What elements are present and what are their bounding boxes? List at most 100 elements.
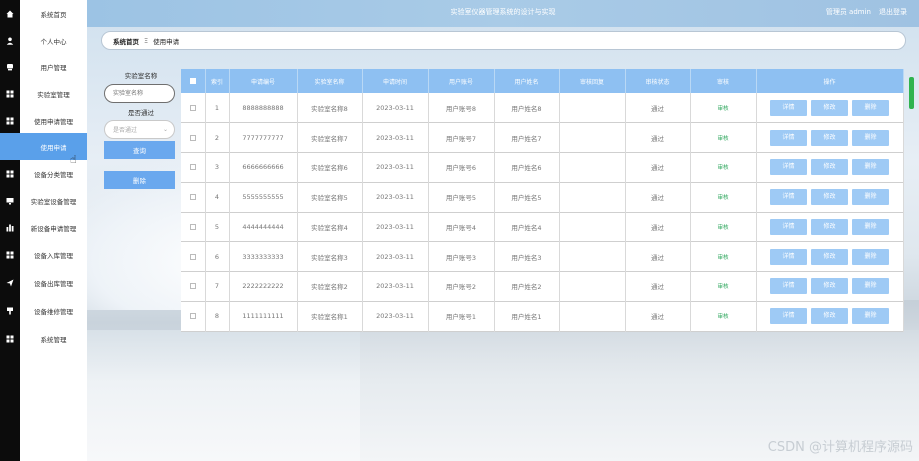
detail-button[interactable]: 详情 xyxy=(770,189,807,206)
column-header: 审核回复 xyxy=(559,69,626,93)
audit-link[interactable]: 审核 xyxy=(690,212,757,242)
actions-cell: 详情 修改 删除 xyxy=(756,182,904,212)
grid-icon xyxy=(0,241,20,268)
audit-link[interactable]: 审核 xyxy=(690,93,757,123)
row-checkbox[interactable] xyxy=(189,253,196,260)
column-header: 申请编号 xyxy=(229,69,298,93)
audit-link[interactable]: 审核 xyxy=(690,122,757,153)
scrollbar-thumb[interactable] xyxy=(909,77,914,109)
sidebar-item-label: 使用申请管理 xyxy=(34,117,73,126)
audit-status-cell: 通过 xyxy=(625,271,691,302)
scrollbar[interactable] xyxy=(909,69,914,117)
row-checkbox[interactable] xyxy=(189,104,196,111)
audit-link[interactable]: 审核 xyxy=(690,152,757,183)
detail-button[interactable]: 详情 xyxy=(770,308,807,325)
user-name-cell: 用户姓名1 xyxy=(494,301,560,331)
row-checkbox[interactable] xyxy=(189,283,196,290)
index-cell: 2 xyxy=(205,122,230,153)
sidebar-item[interactable]: 个人中心 xyxy=(0,27,87,54)
tool-icon xyxy=(0,297,20,324)
audit-status-cell: 通过 xyxy=(625,301,691,331)
approved-select[interactable]: 是否通过 ⌄ xyxy=(104,120,175,139)
sidebar-item[interactable]: 新设备申请管理 xyxy=(0,214,87,241)
sidebar-item[interactable]: 系统管理 xyxy=(0,325,87,352)
table-header-row: 索引 申请编号 实验室名称 申请时间 用户账号 用户姓名 审核回复 审核状态 审… xyxy=(181,69,904,93)
application-date-cell: 2023-03-11 xyxy=(362,241,429,272)
row-checkbox[interactable] xyxy=(189,134,196,141)
grid-icon xyxy=(0,80,20,107)
delete-button[interactable]: 删除 xyxy=(852,248,889,265)
chevron-down-icon: ⌄ xyxy=(162,126,168,133)
audit-status-cell: 通过 xyxy=(625,152,691,183)
detail-button[interactable]: 详情 xyxy=(770,278,807,295)
breadcrumb-home[interactable]: 系统首页 xyxy=(113,36,139,46)
user-name-cell: 用户姓名6 xyxy=(494,152,560,183)
user-account-cell: 用户账号2 xyxy=(428,271,495,302)
sidebar-item[interactable]: 设备出库管理 xyxy=(0,269,87,296)
logout-link[interactable]: 退出登录 xyxy=(879,7,907,17)
lab-name-cell: 实验室名称6 xyxy=(297,152,363,183)
edit-button[interactable]: 修改 xyxy=(811,129,848,146)
application-date-cell: 2023-03-11 xyxy=(362,212,429,242)
sidebar-item[interactable]: 使用申请管理 xyxy=(0,107,87,134)
sidebar-item-label: 个人中心 xyxy=(40,37,67,46)
row-checkbox[interactable] xyxy=(189,223,196,230)
detail-button[interactable]: 详情 xyxy=(770,129,807,146)
delete-button[interactable]: 删除 xyxy=(852,308,889,325)
sidebar-item-label: 新设备申请管理 xyxy=(30,224,77,233)
sidebar-item[interactable]: 实验室设备管理 xyxy=(0,187,87,214)
application-number-cell: 4444444444 xyxy=(229,212,298,242)
delete-button[interactable]: 删除 xyxy=(852,218,889,235)
audit-link[interactable]: 审核 xyxy=(690,271,757,302)
column-header: 索引 xyxy=(205,69,230,93)
detail-button[interactable]: 详情 xyxy=(770,159,807,176)
application-number-cell: 2222222222 xyxy=(229,271,298,302)
select-all-checkbox[interactable] xyxy=(189,78,196,84)
sidebar-item[interactable]: 用户管理 xyxy=(0,53,87,80)
sidebar-item-label: 使用申请 xyxy=(40,143,67,152)
edit-button[interactable]: 修改 xyxy=(811,189,848,206)
mouse-pointer-icon: ☝ xyxy=(70,153,77,166)
audit-status-cell: 通过 xyxy=(625,241,691,272)
audit-link[interactable]: 审核 xyxy=(690,241,757,272)
edit-button[interactable]: 修改 xyxy=(811,248,848,265)
lab-name-cell: 实验室名称7 xyxy=(297,122,363,153)
sidebar-item[interactable]: 实验室管理 xyxy=(0,80,87,107)
sidebar-item[interactable]: 系统首页 xyxy=(0,0,87,27)
lab-name-cell: 实验室名称4 xyxy=(297,212,363,242)
row-checkbox[interactable] xyxy=(189,164,196,171)
sidebar-item[interactable]: 设备入库管理 xyxy=(0,241,87,268)
detail-button[interactable]: 详情 xyxy=(770,218,807,235)
table-row: 8 1111111111 实验室名称1 2023-03-11 用户账号1 用户姓名1 通过审… xyxy=(181,301,904,331)
edit-button[interactable]: 修改 xyxy=(811,99,848,116)
delete-button[interactable]: 删除 xyxy=(852,189,889,206)
row-select-cell xyxy=(181,122,206,153)
row-checkbox[interactable] xyxy=(189,194,196,201)
detail-button[interactable]: 详情 xyxy=(770,248,807,265)
edit-button[interactable]: 修改 xyxy=(811,218,848,235)
table-row: 3 6666666666 实验室名称6 2023-03-11 用户账号6 用户姓名6 通过审… xyxy=(181,152,904,183)
sidebar-item[interactable]: 设备维修管理 xyxy=(0,297,87,324)
delete-button[interactable]: 删除 xyxy=(852,129,889,146)
lab-name-input[interactable] xyxy=(104,84,175,103)
delete-selected-button[interactable]: 删除 xyxy=(104,171,175,189)
user-name-cell: 用户姓名7 xyxy=(494,122,560,153)
delete-button[interactable]: 删除 xyxy=(852,99,889,116)
user-account-cell: 用户账号6 xyxy=(428,152,495,183)
table-row: 6 3333333333 实验室名称3 2023-03-11 用户账号3 用户姓名3 通过审… xyxy=(181,241,904,272)
delete-button[interactable]: 删除 xyxy=(852,278,889,295)
query-button[interactable]: 查询 xyxy=(104,141,175,159)
delete-button[interactable]: 删除 xyxy=(852,159,889,176)
lab-name-cell: 实验室名称1 xyxy=(297,301,363,331)
audit-link[interactable]: 审核 xyxy=(690,182,757,212)
edit-button[interactable]: 修改 xyxy=(811,308,848,325)
user-name-cell: 用户姓名5 xyxy=(494,182,560,212)
sidebar-item-label: 实验室管理 xyxy=(37,90,70,99)
detail-button[interactable]: 详情 xyxy=(770,99,807,116)
user-account-cell: 用户账号8 xyxy=(428,93,495,123)
audit-link[interactable]: 审核 xyxy=(690,301,757,331)
application-number-cell: 6666666666 xyxy=(229,152,298,183)
edit-button[interactable]: 修改 xyxy=(811,159,848,176)
row-checkbox[interactable] xyxy=(189,313,196,320)
edit-button[interactable]: 修改 xyxy=(811,278,848,295)
